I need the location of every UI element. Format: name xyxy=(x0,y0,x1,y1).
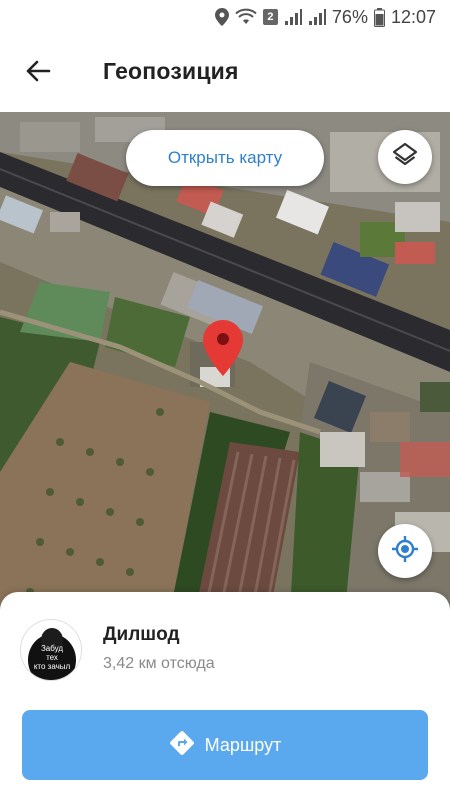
arrow-left-icon xyxy=(25,60,51,87)
signal-icon xyxy=(308,8,326,26)
signal-icon xyxy=(284,8,302,26)
distance-text: 3,42 км отсюда xyxy=(103,655,215,672)
contact-name: Дилшод xyxy=(103,624,180,645)
layers-icon xyxy=(392,142,418,173)
avatar[interactable]: Забуд тех кто зачыл xyxy=(20,619,82,681)
directions-icon xyxy=(169,730,195,761)
battery-percent: 76% xyxy=(331,6,368,27)
route-button[interactable]: Маршрут xyxy=(22,710,428,780)
my-location-icon xyxy=(391,535,419,568)
wifi-icon xyxy=(235,8,257,26)
map-layers-button[interactable] xyxy=(378,130,432,184)
status-icons: 2 76% 12:07 xyxy=(214,6,436,28)
location-pin[interactable] xyxy=(203,320,243,381)
sim-badge: 2 xyxy=(262,9,278,25)
satellite-map[interactable]: Открыть карту xyxy=(0,112,450,612)
clock: 12:07 xyxy=(390,6,436,27)
map-pin-icon xyxy=(203,320,243,380)
location-icon xyxy=(214,8,229,26)
page-title: Геопозиция xyxy=(103,58,239,84)
avatar-caption-3: кто зачыл xyxy=(33,662,71,671)
back-button[interactable] xyxy=(16,56,60,90)
status-bar: 2 76% 12:07 xyxy=(0,0,450,34)
open-map-button[interactable]: Открыть карту xyxy=(126,130,324,186)
app-bar: Геопозиция xyxy=(0,34,450,112)
route-button-label: Маршрут xyxy=(204,734,282,755)
avatar-caption-1: Забуд xyxy=(40,644,64,653)
battery-icon xyxy=(373,7,385,27)
contact-sheet: Забуд тех кто зачыл Дилшод 3,42 км отсюд… xyxy=(0,592,450,800)
avatar-caption-2: тех xyxy=(46,653,58,662)
my-location-button[interactable] xyxy=(378,524,432,578)
